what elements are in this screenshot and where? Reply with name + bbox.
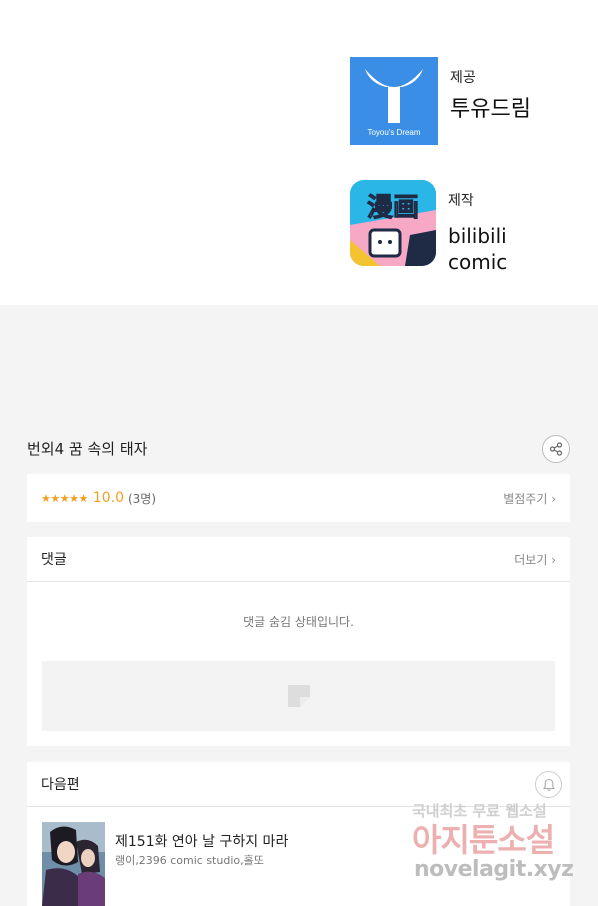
rating-count: (3명)	[127, 491, 157, 506]
credits-section: Toyou's Dream 제공 투유드림 漫画 제작 bilibili com…	[0, 0, 598, 305]
rate-button[interactable]: 별점주기 ›	[503, 490, 556, 507]
notify-button[interactable]	[535, 771, 562, 798]
toyou-dream-logo: Toyou's Dream	[350, 57, 438, 145]
provider-credit: Toyou's Dream 제공 투유드림	[350, 57, 531, 145]
producer-name-line2: comic	[448, 249, 508, 274]
bell-icon	[542, 778, 555, 791]
next-label: 다음편	[41, 777, 80, 793]
comments-label: 댓글	[41, 552, 67, 568]
ad-placeholder	[42, 661, 555, 731]
episode-header: 번외4 꿈 속의 태자	[27, 435, 570, 463]
logo-glyphs: 漫画	[367, 193, 419, 223]
next-episode-card: 다음편 제151화 연아 날 구하지 마라 랭이,2396 comic stud…	[27, 762, 570, 906]
comments-hidden-message: 댓글 숨김 상태입니다.	[243, 615, 354, 629]
next-episode-item[interactable]: 제151화 연아 날 구하지 마라 랭이,2396 comic studio,홀…	[42, 822, 555, 906]
producer-name: bilibili comic	[448, 224, 538, 275]
next-episode-authors: 랭이,2396 comic studio,홀또	[115, 854, 264, 867]
comments-header: 댓글 더보기 ›	[27, 537, 570, 582]
provider-role: 제공	[450, 70, 476, 86]
placeholder-icon	[287, 685, 310, 707]
comments-more-link[interactable]: 더보기 ›	[514, 551, 556, 568]
episode-title: 번외4 꿈 속의 태자	[27, 440, 148, 458]
comments-card: 댓글 더보기 › 댓글 숨김 상태입니다.	[27, 537, 570, 746]
share-button[interactable]	[542, 435, 570, 463]
provider-name: 투유드림	[450, 97, 531, 122]
producer-role: 제작	[448, 193, 474, 209]
producer-credit: 漫画 제작 bilibili comic	[350, 180, 538, 275]
share-icon	[549, 442, 563, 456]
producer-name-line1: bilibili	[448, 224, 507, 248]
rating-score: 10.0	[92, 490, 124, 506]
next-episode-title: 제151화 연아 날 구하지 마라	[115, 834, 289, 850]
bilibili-comic-logo: 漫画	[350, 180, 436, 266]
logo-caption: Toyou's Dream	[367, 128, 421, 137]
rating-card: ★★★★★ 10.0 (3명) 별점주기 ›	[27, 474, 570, 522]
rating-stars: ★★★★★	[41, 491, 88, 505]
next-header: 다음편	[27, 762, 570, 807]
episode-thumbnail[interactable]	[42, 822, 105, 906]
